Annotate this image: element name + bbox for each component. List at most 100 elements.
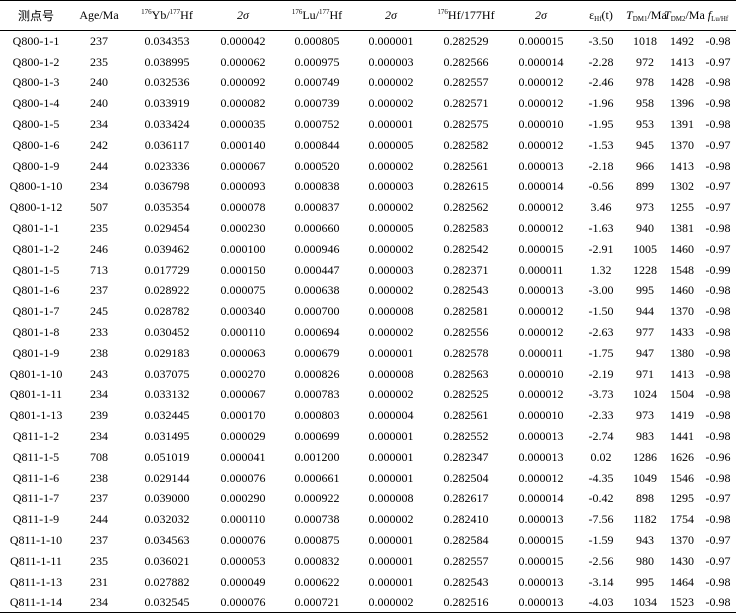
cell-hf-hf: 0.282563 bbox=[443, 366, 489, 381]
cell-tdm1: 1034 bbox=[626, 592, 664, 614]
cell-sample: Q811-1-11 bbox=[10, 553, 62, 568]
cell-sigma-3: 0.000014 bbox=[518, 491, 564, 506]
cell-flu-hf: -0.98 bbox=[705, 325, 731, 340]
cell-yb-hf: 0.032445 bbox=[144, 408, 190, 423]
cell-yb-hf: 0.039000 bbox=[144, 491, 190, 506]
cell-sigma-1: 0.000041 bbox=[220, 449, 266, 464]
cell-sample: Q801-1-7 bbox=[12, 304, 60, 319]
cell-sample: Q811-1-14 bbox=[0, 592, 72, 614]
cell-lu-hf: 0.000739 bbox=[294, 96, 340, 111]
cell-sigma-2: 0.000002 bbox=[368, 283, 414, 298]
cell-age: 244 bbox=[90, 158, 108, 173]
cell-age: 244 bbox=[90, 512, 108, 527]
cell-hf-hf: 0.282617 bbox=[443, 491, 489, 506]
table-row: Q811-1-7 237 0.039000 0.000290 0.000922 0.000… bbox=[0, 488, 736, 509]
cell-tdm2: 1460 bbox=[670, 241, 694, 256]
cell-ehf: -2.74 bbox=[588, 429, 614, 444]
cell-lu-hf: 0.000752 bbox=[294, 117, 340, 132]
cell-flu-hf: -0.97 bbox=[705, 54, 731, 69]
cell-sigma-2: 0.000005 bbox=[368, 137, 414, 152]
cell-tdm1: 1049 bbox=[633, 470, 657, 485]
cell-yb-hf: 0.029144 bbox=[144, 470, 190, 485]
cell-tdm1: 1286 bbox=[633, 449, 657, 464]
cell-lu-hf: 0.000622 bbox=[294, 574, 340, 589]
cell-tdm2: 1548 bbox=[670, 262, 694, 277]
cell-yb-hf: 0.037075 bbox=[144, 366, 190, 381]
table-row: Q800-1-10 234 0.036798 0.000093 0.000838 0.00… bbox=[0, 176, 736, 197]
cell-flu-hf: -0.98 bbox=[705, 221, 731, 236]
cell-sigma-2: 0.000002 bbox=[368, 512, 414, 527]
cell-hf-hf: 0.282615 bbox=[443, 179, 489, 194]
cell-sigma-2: 0.000001 bbox=[368, 345, 414, 360]
cell-yb-hf: 0.051019 bbox=[144, 449, 190, 464]
cell-sigma-2: 0.000002 bbox=[368, 200, 414, 215]
cell-sample: Q800-1-5 bbox=[12, 117, 60, 132]
cell-flu-hf: -0.97 bbox=[705, 533, 731, 548]
cell-yb-hf: 0.031495 bbox=[144, 429, 190, 444]
cell-sigma-1: 0.000150 bbox=[220, 262, 266, 277]
cell-flu-hf: -0.98 bbox=[705, 34, 731, 49]
cell-sigma-2: 0.000008 bbox=[368, 366, 414, 381]
cell-sigma-3: 0.000013 bbox=[518, 512, 564, 527]
cell-sigma-1: 0.000076 bbox=[208, 592, 278, 614]
cell-sigma-3: 0.000013 bbox=[518, 429, 564, 444]
cell-ehf: 3.46 bbox=[590, 200, 612, 215]
cell-tdm1: 966 bbox=[636, 158, 654, 173]
cell-tdm2: 1419 bbox=[670, 408, 694, 423]
cell-tdm1: 972 bbox=[636, 54, 654, 69]
cell-lu-hf: 0.000447 bbox=[294, 262, 340, 277]
cell-age: 507 bbox=[90, 200, 108, 215]
cell-tdm2: 1413 bbox=[670, 158, 694, 173]
cell-sigma-2: 0.000005 bbox=[368, 221, 414, 236]
cell-tdm2: 1396 bbox=[670, 96, 694, 111]
cell-sample: Q811-1-10 bbox=[9, 533, 63, 548]
cell-age: 238 bbox=[90, 345, 108, 360]
cell-sample: Q800-1-3 bbox=[12, 75, 60, 90]
cell-flu-hf: -0.98 bbox=[705, 283, 731, 298]
cell-ehf: -2.28 bbox=[588, 54, 614, 69]
cell-lu-hf: 0.000922 bbox=[294, 491, 340, 506]
header-yb-hf: 176Yb/177Hf bbox=[126, 0, 208, 31]
cell-tdm1: 899 bbox=[636, 179, 654, 194]
cell-yb-hf: 0.028782 bbox=[144, 304, 190, 319]
cell-lu-hf: 0.000638 bbox=[294, 283, 340, 298]
cell-hf-hf: 0.282552 bbox=[443, 429, 489, 444]
cell-sample: Q800-1-9 bbox=[12, 158, 60, 173]
cell-sigma-3: 0.000012 bbox=[518, 325, 564, 340]
cell-tdm2: 1492 bbox=[670, 34, 694, 49]
table-row: Q800-1-6 242 0.036117 0.000140 0.000844 0.000… bbox=[0, 134, 736, 155]
cell-ehf: -1.53 bbox=[588, 137, 614, 152]
cell-hf-hf: 0.282571 bbox=[443, 96, 489, 111]
table-row: Q801-1-13 239 0.032445 0.000170 0.000803 0.00… bbox=[0, 405, 736, 426]
cell-tdm1: 898 bbox=[636, 491, 654, 506]
cell-sample: Q801-1-8 bbox=[12, 325, 60, 340]
cell-tdm2: 1433 bbox=[670, 325, 694, 340]
cell-hf-hf: 0.282561 bbox=[443, 408, 489, 423]
cell-lu-hf: 0.000738 bbox=[294, 512, 340, 527]
header-flu-hf: fLu/Hf bbox=[700, 0, 736, 31]
cell-age: 234 bbox=[90, 179, 108, 194]
cell-hf-hf: 0.282347 bbox=[443, 449, 489, 464]
cell-tdm1: 940 bbox=[636, 221, 654, 236]
cell-lu-hf: 0.000694 bbox=[294, 325, 340, 340]
cell-flu-hf: -0.98 bbox=[705, 512, 731, 527]
cell-tdm2: 1255 bbox=[670, 200, 694, 215]
cell-sigma-3: 0.000012 bbox=[518, 200, 564, 215]
cell-tdm2: 1381 bbox=[670, 221, 694, 236]
header-row: 测点号 Age/Ma 176Yb/177Hf 2σ 176Lu/177Hf 2σ… bbox=[0, 0, 736, 31]
cell-lu-hf: 0.000783 bbox=[294, 387, 340, 402]
cell-hf-hf: 0.282543 bbox=[443, 574, 489, 589]
cell-yb-hf: 0.029183 bbox=[144, 345, 190, 360]
cell-tdm2: 1460 bbox=[670, 283, 694, 298]
cell-sample: Q800-1-4 bbox=[12, 96, 60, 111]
cell-flu-hf: -0.97 bbox=[705, 553, 731, 568]
table-row: Q801-1-8 233 0.030452 0.000110 0.000694 0.000… bbox=[0, 322, 736, 343]
cell-sigma-3: 0.000012 bbox=[518, 221, 564, 236]
cell-sample: Q811-1-2 bbox=[12, 429, 60, 444]
cell-ehf: -1.95 bbox=[588, 117, 614, 132]
cell-yb-hf: 0.036021 bbox=[144, 553, 190, 568]
cell-flu-hf: -0.98 bbox=[705, 429, 731, 444]
cell-ehf: -7.56 bbox=[588, 512, 614, 527]
cell-age: 239 bbox=[90, 408, 108, 423]
cell-yb-hf: 0.028922 bbox=[144, 283, 190, 298]
